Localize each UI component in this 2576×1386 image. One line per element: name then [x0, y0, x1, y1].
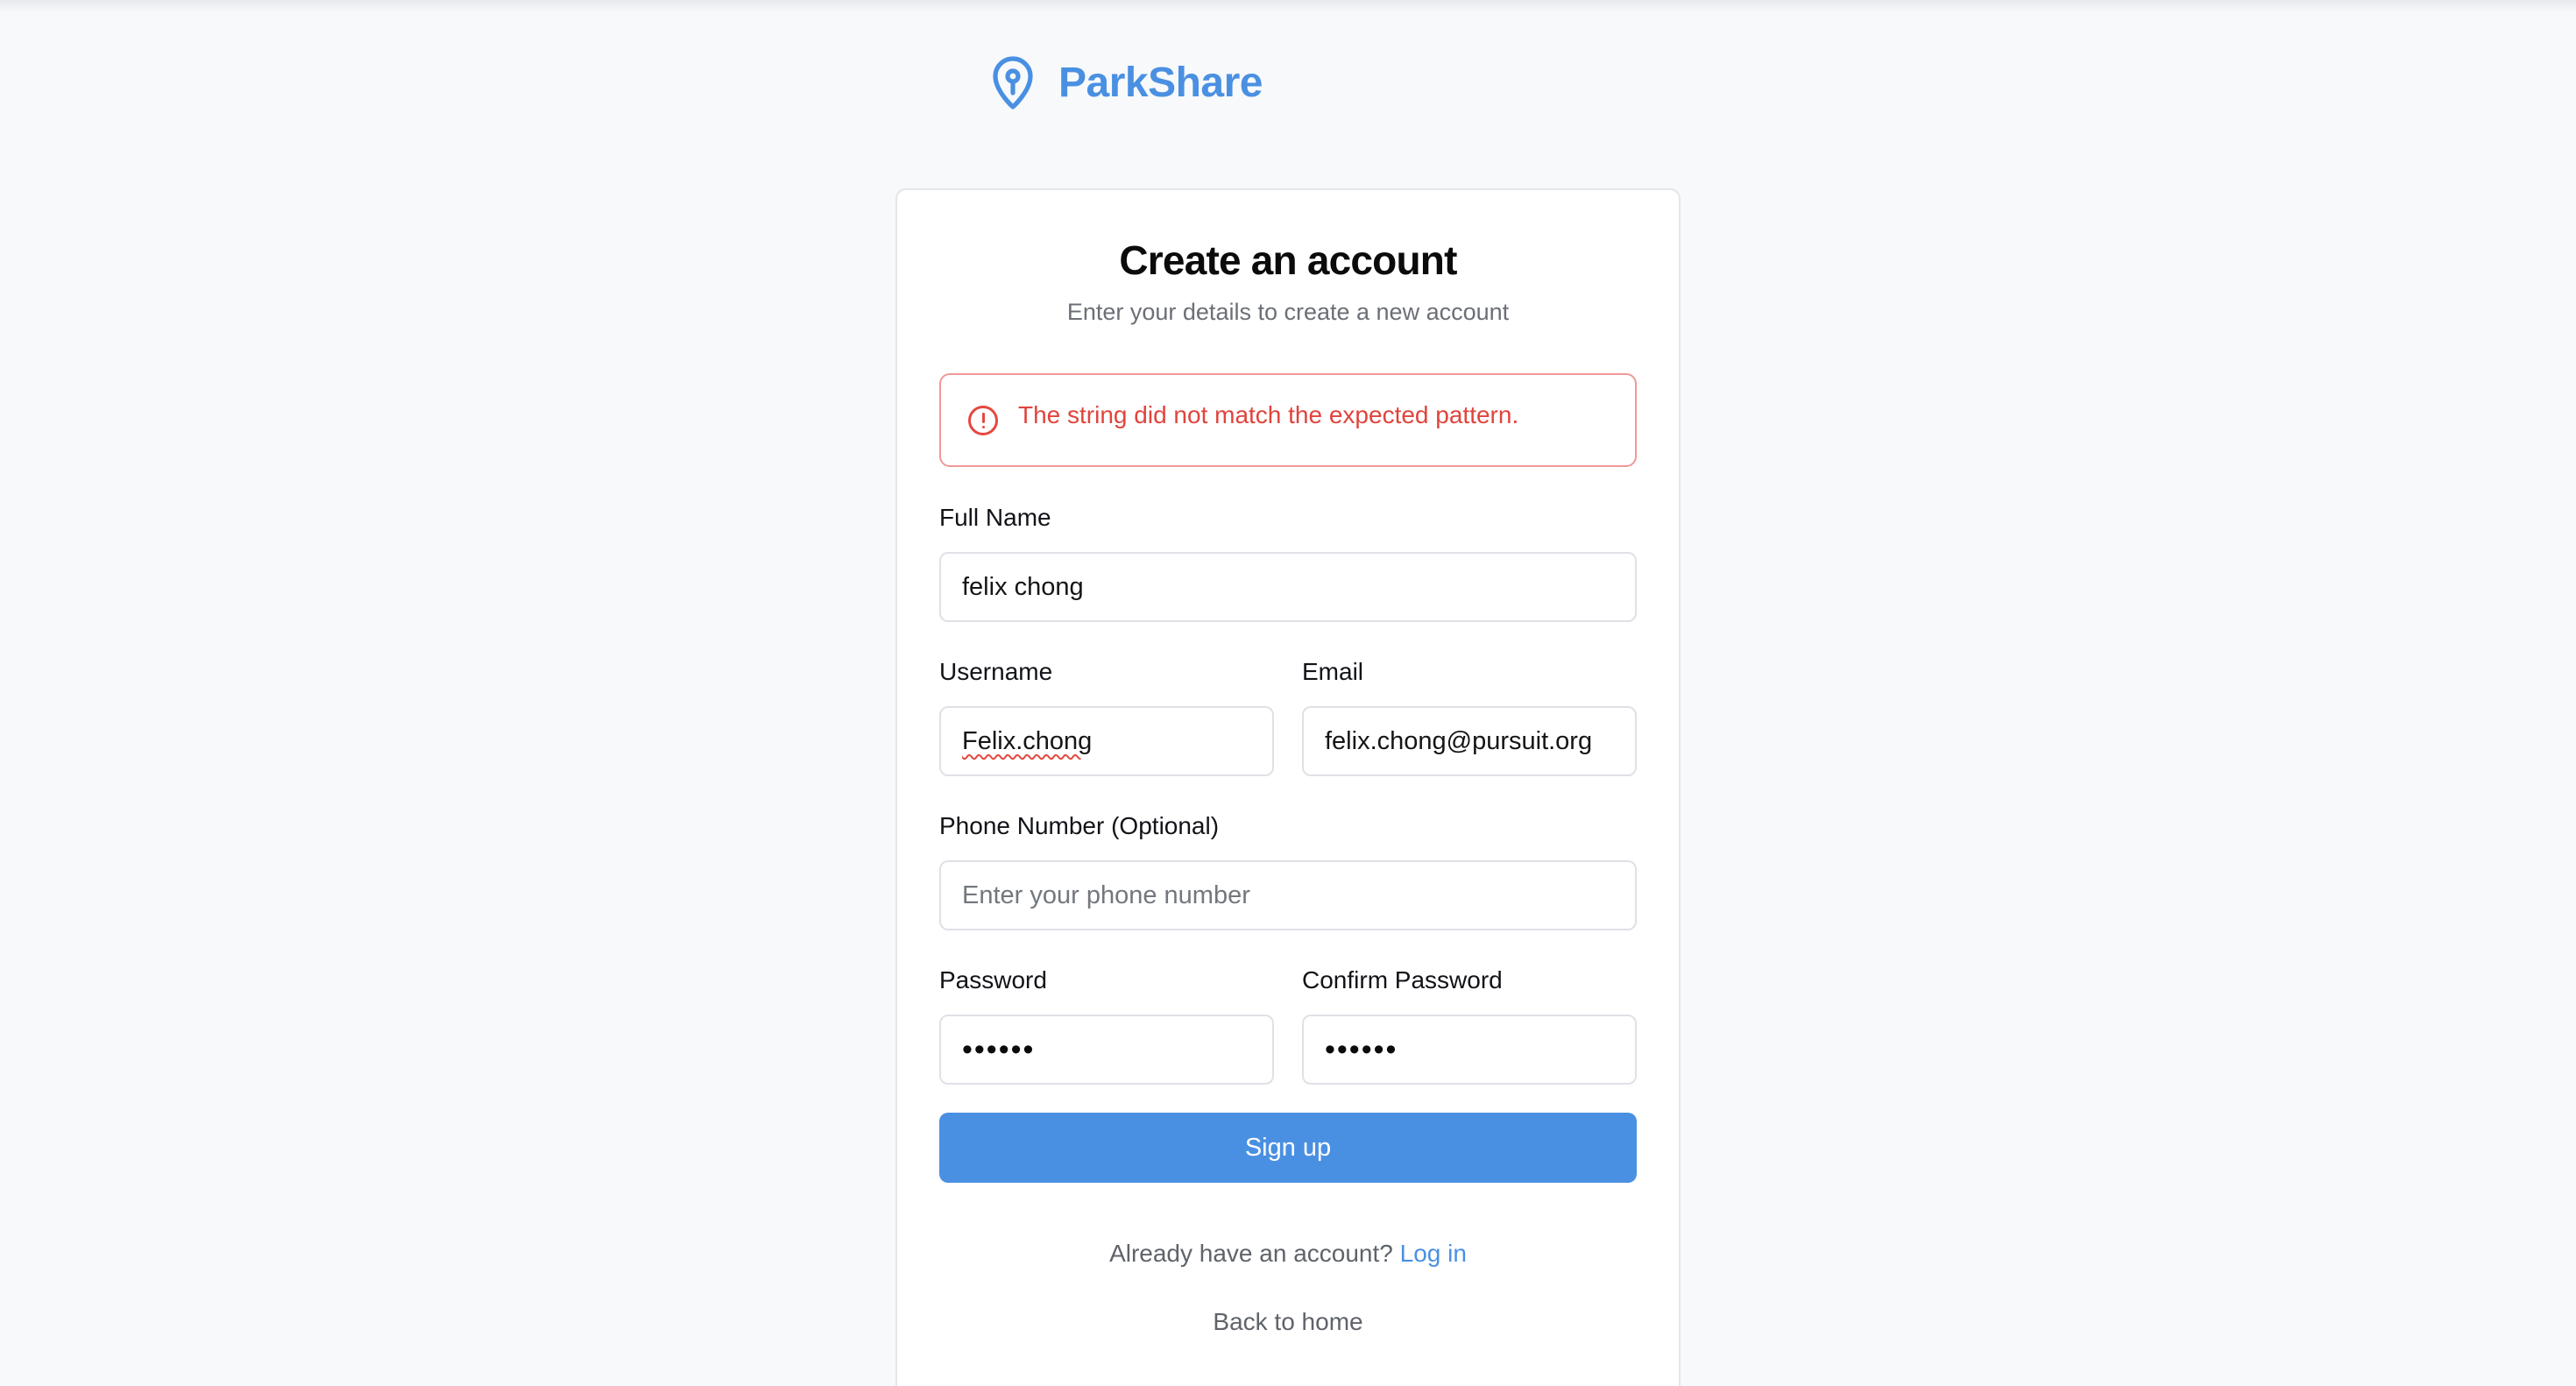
error-alert: The string did not match the expected pa… [939, 373, 1637, 467]
sign-up-button[interactable]: Sign up [939, 1113, 1637, 1183]
confirm-password-value: •••••• [1325, 1032, 1398, 1066]
page-title: Create an account [1119, 237, 1457, 283]
page-subtitle: Enter your details to create a new accou… [1066, 299, 1510, 325]
login-prompt-text: Already have an account? [1109, 1240, 1393, 1267]
parking-pin-icon [993, 56, 1033, 110]
login-prompt-line: Already have an account? Log in [897, 1240, 1679, 1268]
username-value: Felix.chong [962, 726, 1093, 755]
error-message: The string did not match the expected pa… [1018, 401, 1519, 428]
full-name-label: Full Name [939, 504, 1051, 531]
confirm-password-input[interactable]: •••••• [1302, 1015, 1637, 1085]
email-value: felix.chong@pursuit.org [1325, 726, 1593, 755]
phone-placeholder: Enter your phone number [962, 880, 1250, 909]
back-to-home-link[interactable]: Back to home [897, 1308, 1679, 1336]
confirm-password-label: Confirm Password [1302, 966, 1503, 994]
username-input[interactable]: Felix.chong [939, 706, 1274, 776]
brand-logo[interactable]: ParkShare [988, 51, 1263, 114]
signup-card: Create an account Enter your details to … [895, 188, 1681, 1386]
username-label: Username [939, 658, 1053, 685]
password-value: •••••• [962, 1032, 1036, 1066]
phone-input[interactable]: Enter your phone number [939, 860, 1637, 930]
email-label: Email [1302, 658, 1364, 685]
login-link[interactable]: Log in [1400, 1240, 1467, 1267]
full-name-value: felix chong [962, 572, 1084, 601]
top-shadow [0, 0, 2576, 12]
phone-label: Phone Number (Optional) [939, 812, 1220, 839]
email-input[interactable]: felix.chong@pursuit.org [1302, 706, 1637, 776]
full-name-input[interactable]: felix chong [939, 552, 1637, 622]
password-label: Password [939, 966, 1047, 994]
alert-circle-icon [968, 406, 998, 435]
brand-name: ParkShare [1058, 59, 1263, 106]
password-input[interactable]: •••••• [939, 1015, 1274, 1085]
